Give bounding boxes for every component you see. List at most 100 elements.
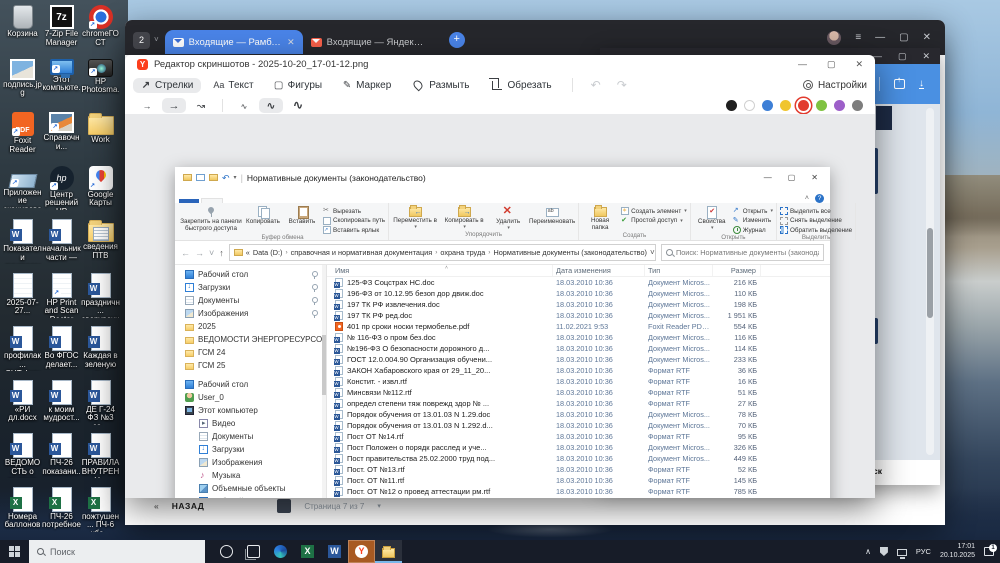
editor-tool-button[interactable]: Стрелки — [133, 78, 201, 93]
sidebar-item[interactable]: ГСМ 25 — [175, 359, 326, 372]
arrow-style-option[interactable] — [189, 98, 213, 113]
editor-minimize-button[interactable]: — — [798, 59, 807, 69]
breadcrumb-item[interactable]: Нормативные документы (законодательство) — [493, 248, 647, 257]
undo-icon[interactable]: ↶ — [222, 174, 230, 182]
network-icon[interactable] — [897, 549, 907, 556]
start-button[interactable] — [0, 540, 29, 563]
chevron-down-icon[interactable]: ▾ — [377, 502, 381, 510]
table-row[interactable]: ЗАКОН Хабаровского края от 29_11_20... 1… — [327, 365, 830, 376]
search-input[interactable]: Поиск: Нормативные документы (законодате… — [661, 244, 824, 261]
column-header-size[interactable]: Размер — [713, 265, 761, 276]
desktop-icon[interactable]: ↗ Корзина — [3, 3, 42, 57]
select-none-button[interactable]: Снять выделение — [780, 217, 852, 225]
browser-minimize-button[interactable]: — — [875, 33, 885, 43]
share-icon[interactable] — [894, 79, 905, 89]
editor-tool-button[interactable]: Фигуры — [266, 78, 330, 93]
taskbar-app-button[interactable] — [321, 540, 348, 563]
chevron-down-icon[interactable]: ˅ — [650, 248, 655, 257]
sidebar-item[interactable]: ВЕДОМОСТИ ЭНЕРГОРЕСУРСОВ — [175, 333, 326, 346]
desktop-icon[interactable]: ↗ Центр решений HP — [42, 164, 81, 218]
copy-path-button[interactable]: Скопировать путь — [323, 217, 385, 225]
desktop-icon[interactable]: ↗ профилак... СНТ.docx — [3, 324, 42, 378]
editor-tool-button[interactable]: Размыть — [403, 78, 477, 93]
new-tab-button[interactable]: + — [449, 32, 465, 48]
browser-tab[interactable]: Входящие — Рамблер/.. ✕ — [165, 30, 303, 54]
editor-maximize-button[interactable]: ▢ — [827, 59, 836, 69]
forward-button[interactable]: → — [195, 248, 204, 258]
notification-center-icon[interactable]: 1 — [984, 547, 994, 556]
browser-maximize-button[interactable]: ▢ — [899, 33, 908, 43]
viewer-maximize-button[interactable]: ▢ — [898, 51, 907, 61]
stroke-size-option[interactable] — [232, 98, 256, 113]
desktop-icon[interactable]: ↗ Номера баллонов — [3, 485, 42, 539]
editor-tool-button[interactable]: Текст — [205, 78, 261, 93]
browser-close-button[interactable]: ✕ — [923, 33, 931, 43]
settings-button[interactable]: Настройки — [803, 80, 867, 91]
taskbar-app-button[interactable] — [213, 540, 240, 563]
desktop-icon[interactable]: ↗ ВЕДОМОСТЬ о выдаче у... — [3, 431, 42, 485]
column-header-type[interactable]: Тип — [645, 265, 713, 276]
explorer-close-button[interactable]: ✕ — [811, 173, 818, 183]
table-row[interactable]: 197 ТК РФ извлечения.doc 18.03.2010 10:3… — [327, 299, 830, 310]
desktop-icon[interactable]: ↗ к моим мудрост... — [42, 378, 81, 432]
table-row[interactable]: №196-ФЗ О безопасности дорожного д... 18… — [327, 343, 830, 354]
color-swatch[interactable] — [780, 100, 791, 111]
desktop-icon[interactable]: ↗ Справочни... — [42, 110, 81, 164]
sidebar-item[interactable]: Загрузки — [175, 443, 326, 456]
desktop-icon[interactable]: ↗ Google Карты — [81, 164, 120, 218]
tab-close-icon[interactable]: ✕ — [287, 37, 295, 48]
desktop-icon[interactable]: ↗ Этот компьюте... — [42, 57, 81, 111]
stroke-size-option[interactable] — [259, 98, 283, 113]
color-swatch[interactable] — [834, 100, 845, 111]
sidebar-item[interactable]: Музыка — [175, 469, 326, 482]
arrow-style-option[interactable] — [162, 98, 186, 113]
table-row[interactable]: Пост. ОТ №16 полож о раб времени и ... 1… — [327, 497, 830, 498]
language-indicator[interactable]: РУС — [916, 547, 931, 556]
desktop-icon[interactable]: ↗ ПЧ-26 потребное... — [42, 485, 81, 539]
table-row[interactable]: Порядок обучения от 13.01.03 N 1.292.d..… — [327, 420, 830, 431]
history-button[interactable]: Журнал — [733, 226, 773, 234]
viewer-thumbnail[interactable] — [876, 106, 892, 130]
column-header-name[interactable]: Имя — [335, 265, 553, 276]
table-row[interactable]: Пост. ОТ №11.rtf 18.03.2010 10:36 Формат… — [327, 475, 830, 486]
hidden-icons-chevron[interactable]: ∧ — [865, 547, 871, 556]
editor-tool-button[interactable]: Обрезать — [482, 78, 560, 93]
tab-group-badge[interactable]: 2 — [133, 32, 150, 49]
easy-access-button[interactable]: Простой доступ▾ — [621, 217, 687, 225]
desktop-icon[interactable]: ↗ ПРАВИЛА ВНУТРЕНН... — [81, 431, 120, 485]
table-row[interactable]: Пост. ОТ №13.rtf 18.03.2010 10:36 Формат… — [327, 464, 830, 475]
desktop-icon[interactable]: ↗ Work — [81, 110, 120, 164]
breadcrumb-item[interactable]: Data (D:) — [253, 248, 283, 257]
desktop-icon[interactable]: ↗ праздничн... сверурочн... — [81, 271, 120, 325]
sidebar-item[interactable]: Видео — [175, 417, 326, 430]
taskbar-app-button[interactable] — [267, 540, 294, 563]
editor-tool-button[interactable]: Маркер — [334, 78, 399, 93]
table-row[interactable]: Минсвязи №112.rtf 18.03.2010 10:36 Форма… — [327, 387, 830, 398]
redo-icon[interactable]: ↷ — [611, 78, 633, 92]
desktop-icon[interactable]: ↗ сведения ПТВ — [81, 217, 120, 271]
sidebar-item[interactable]: User_0 — [175, 391, 326, 404]
table-row[interactable]: Пост ОТ №14.rtf 18.03.2010 10:36 Формат … — [327, 431, 830, 442]
breadcrumb-item[interactable]: справочная и нормативная документация — [291, 248, 433, 257]
taskbar-app-button[interactable] — [294, 540, 321, 563]
move-to-button[interactable]: Переместить в▾ — [392, 204, 438, 230]
sidebar-item[interactable]: ГСМ 24 — [175, 346, 326, 359]
sidebar-item[interactable]: Рабочий стол — [175, 495, 326, 498]
editor-close-button[interactable]: ✕ — [855, 59, 863, 69]
sidebar-item[interactable]: Документы — [175, 430, 326, 443]
desktop-icon[interactable]: ↗ подпись.jpg — [3, 57, 42, 111]
up-button[interactable]: ↑ — [219, 248, 224, 258]
copy-to-button[interactable]: Копировать в▾ — [441, 204, 487, 230]
table-row[interactable]: Пост правительства 25.02.2000 труд под..… — [327, 453, 830, 464]
ribbon-collapse-icon[interactable]: ˄ — [805, 195, 809, 202]
desktop-icon[interactable]: ↗ 2025-07-27... — [3, 271, 42, 325]
table-row[interactable]: 196-ФЗ от 10.12.95 безоп дор движ.doc 18… — [327, 288, 830, 299]
profile-avatar[interactable] — [827, 31, 841, 45]
browser-tab[interactable]: Входящие — Яндекс Пот... — [303, 30, 441, 54]
explorer-maximize-button[interactable]: ▢ — [788, 173, 796, 183]
new-folder-button[interactable]: Новая папка — [582, 204, 618, 232]
stroke-size-option[interactable] — [286, 98, 310, 113]
delete-button[interactable]: Удалить▾ — [490, 204, 526, 231]
explorer-minimize-button[interactable]: — — [764, 173, 772, 183]
color-swatch[interactable] — [816, 100, 827, 111]
